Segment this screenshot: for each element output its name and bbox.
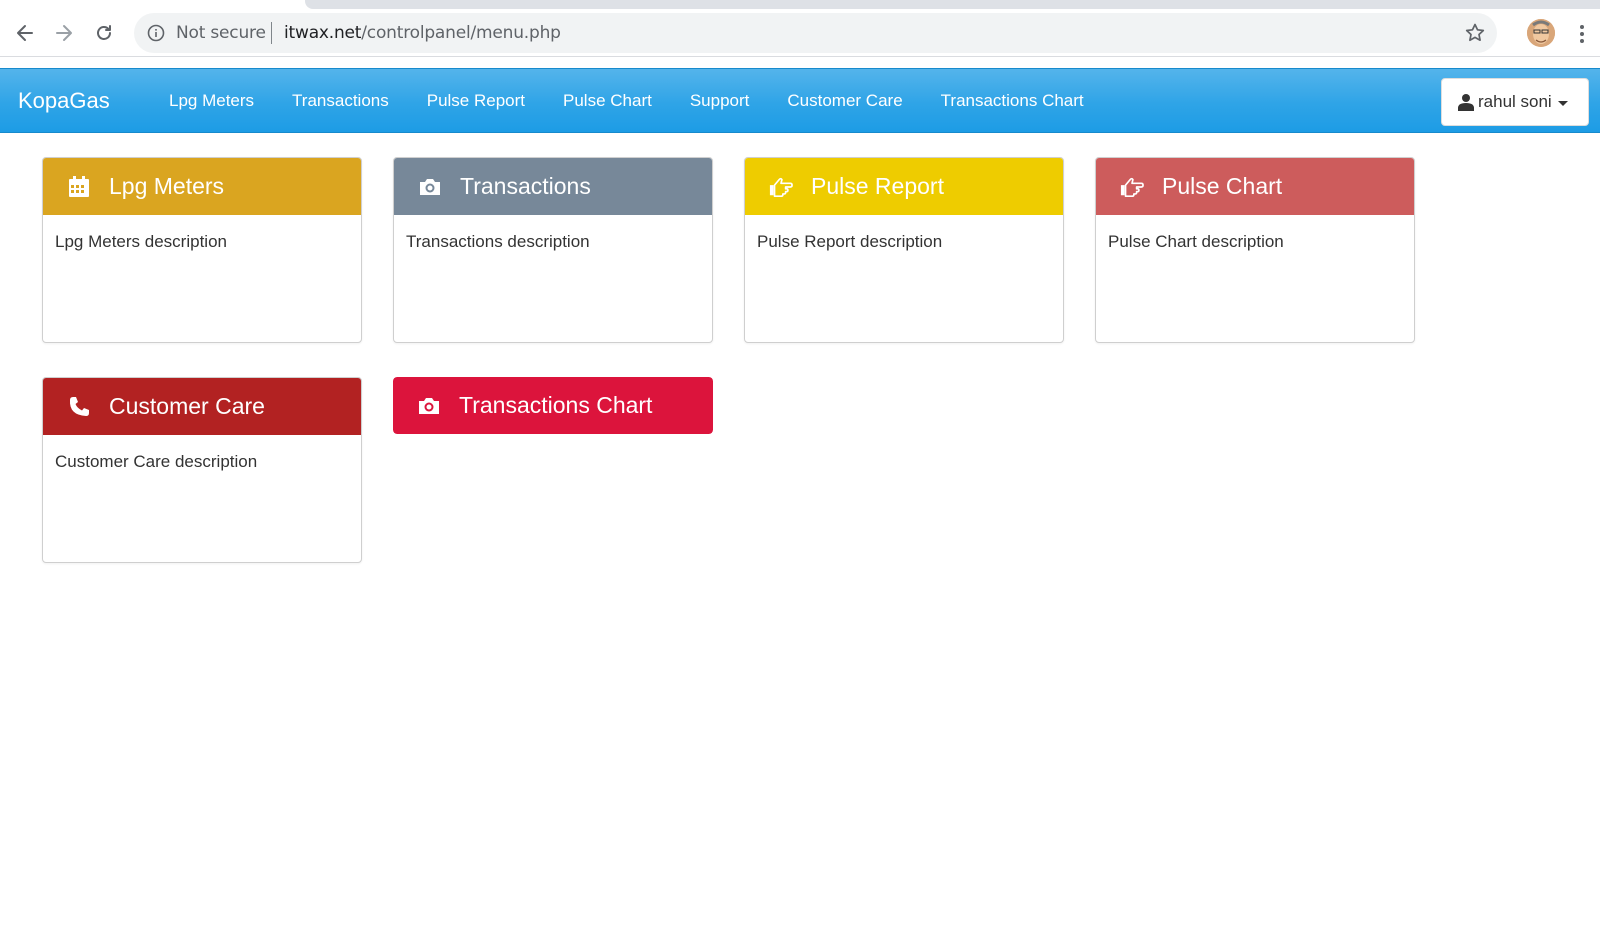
panel-heading[interactable]: Pulse Report (745, 158, 1063, 215)
panel-heading[interactable]: Customer Care (43, 378, 361, 435)
url-host: itwax.net (284, 23, 362, 43)
profile-avatar[interactable] (1527, 19, 1555, 47)
user-icon (1458, 94, 1474, 111)
panel-customer-care: Customer Care Customer Care description (42, 377, 362, 563)
nav-link-lpg-meters[interactable]: Lpg Meters (150, 69, 273, 132)
security-indicator[interactable]: Not secure (176, 23, 266, 43)
hand-point-right-icon (769, 175, 793, 199)
nav-link-transactions[interactable]: Transactions (273, 69, 408, 132)
url-path: /controlpanel/menu.php (361, 23, 561, 43)
nav-link-transactions-chart[interactable]: Transactions Chart (922, 69, 1103, 132)
panel-description: Lpg Meters description (55, 232, 227, 251)
hand-point-right-icon (1120, 175, 1144, 199)
browser-chrome: Not secure itwax.net/controlpanel/menu.p… (0, 0, 1600, 66)
phone-icon (67, 395, 91, 419)
user-name: rahul soni (1478, 92, 1552, 111)
browser-menu-icon[interactable] (1572, 22, 1592, 46)
panel-heading[interactable]: Lpg Meters (43, 158, 361, 215)
camera-icon (417, 394, 441, 418)
app-navbar: KopaGas Lpg Meters Transactions Pulse Re… (0, 68, 1600, 133)
nav-link-pulse-chart[interactable]: Pulse Chart (544, 69, 671, 132)
panel-heading[interactable]: Transactions Chart (393, 377, 713, 434)
tab-strip (0, 0, 1600, 9)
panel-transactions-chart: Transactions Chart (393, 377, 713, 434)
panel-description: Pulse Report description (757, 232, 943, 251)
nav-link-customer-care[interactable]: Customer Care (768, 69, 921, 132)
nav-link-pulse-report[interactable]: Pulse Report (408, 69, 544, 132)
panel-transactions: Transactions Transactions description (393, 157, 713, 343)
info-icon[interactable] (146, 23, 166, 43)
reload-icon[interactable] (88, 17, 120, 49)
bookmark-star-icon[interactable] (1463, 21, 1487, 45)
panel-title: Pulse Chart (1162, 173, 1283, 199)
panel-pulse-chart: Pulse Chart Pulse Chart description (1095, 157, 1415, 343)
panel-description: Customer Care description (55, 452, 258, 471)
panel-description: Pulse Chart description (1108, 232, 1284, 251)
panel-title: Customer Care (109, 393, 265, 419)
chrome-divider (0, 56, 1600, 57)
panel-title: Transactions Chart (459, 392, 653, 418)
address-separator (271, 22, 272, 44)
nav-link-support[interactable]: Support (671, 69, 769, 132)
calendar-icon (67, 175, 91, 199)
panel-pulse-report: Pulse Report Pulse Report description (744, 157, 1064, 343)
nav-links: Lpg Meters Transactions Pulse Report Pul… (150, 69, 1103, 132)
chevron-down-icon (1557, 100, 1568, 106)
panel-title: Lpg Meters (109, 173, 225, 199)
panel-description: Transactions description (406, 232, 590, 251)
forward-icon[interactable] (48, 17, 80, 49)
camera-icon (418, 175, 442, 199)
panel-title: Pulse Report (811, 173, 944, 199)
user-menu-button[interactable]: rahul soni (1441, 78, 1589, 126)
browser-toolbar: Not secure itwax.net/controlpanel/menu.p… (0, 9, 1600, 57)
panel-title: Transactions (460, 173, 591, 199)
panel-lpg-meters: Lpg Meters Lpg Meters description (42, 157, 362, 343)
url-text[interactable]: itwax.net/controlpanel/menu.php (284, 23, 561, 43)
address-bar[interactable]: Not secure itwax.net/controlpanel/menu.p… (134, 13, 1497, 53)
panel-heading[interactable]: Transactions (394, 158, 712, 215)
panel-heading[interactable]: Pulse Chart (1096, 158, 1414, 215)
back-icon[interactable] (9, 17, 41, 49)
brand-logo[interactable]: KopaGas (18, 88, 110, 114)
